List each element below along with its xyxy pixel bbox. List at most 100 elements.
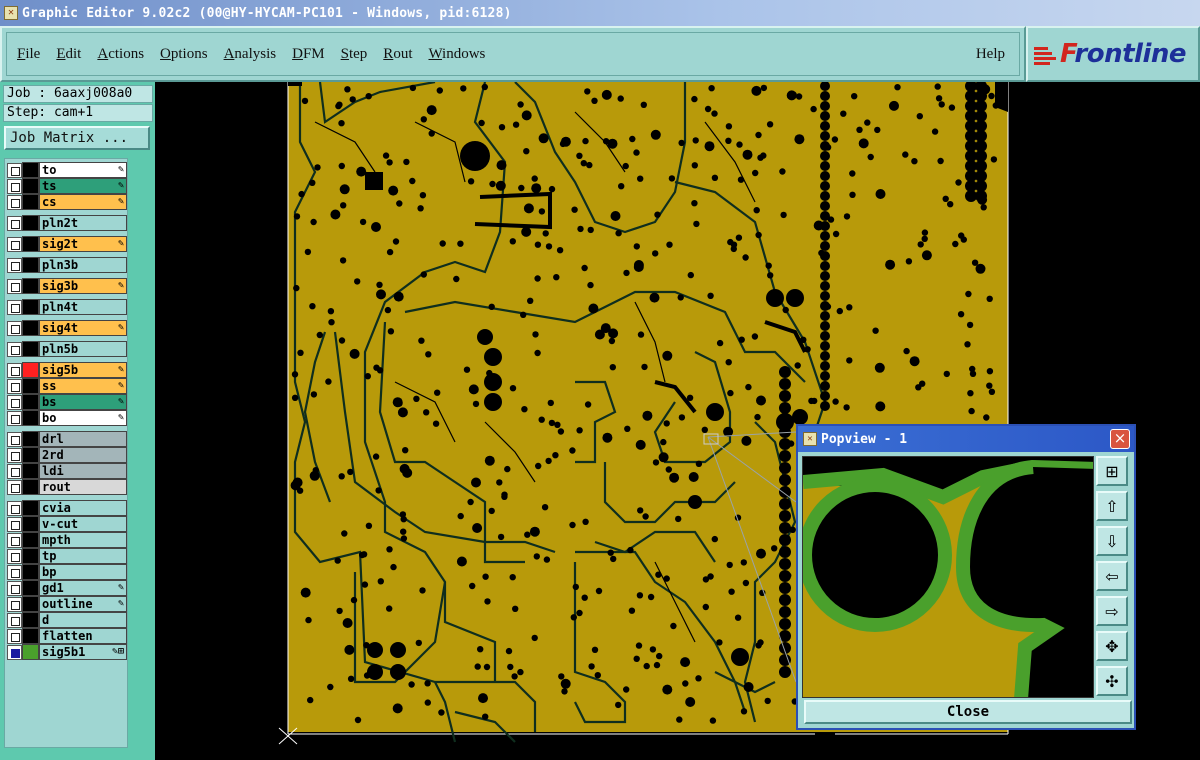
layer-checkbox[interactable] [7,479,22,495]
layer-name[interactable]: mpth [39,532,127,548]
layer-name[interactable]: sig2t ✎ [39,236,127,252]
layer-row-sig4t[interactable]: sig4t ✎ [7,320,127,336]
layer-name[interactable]: sig4t ✎ [39,320,127,336]
layer-checkbox[interactable] [7,215,22,231]
layer-color-swatch[interactable] [22,178,39,194]
menu-analysis[interactable]: Analysis [224,46,277,63]
layer-color-swatch[interactable] [22,341,39,357]
pan-down-button[interactable]: ⇩ [1096,526,1128,556]
popview-titlebar[interactable]: ✕ Popview - 1 × [798,426,1134,452]
layer-name[interactable]: ts ✎ [39,178,127,194]
layer-checkbox[interactable] [7,447,22,463]
layer-checkbox[interactable] [7,378,22,394]
layer-name[interactable]: gd1 ✎ [39,580,127,596]
layer-name[interactable]: cs ✎ [39,194,127,210]
layer-color-swatch[interactable] [22,320,39,336]
layer-color-swatch[interactable] [22,410,39,426]
menu-actions[interactable]: Actions [97,46,144,63]
layer-checkbox[interactable] [7,628,22,644]
layer-checkbox[interactable] [7,178,22,194]
layer-checkbox[interactable] [7,394,22,410]
layer-row-sig5b[interactable]: sig5b ✎ [7,362,127,378]
layer-row-to[interactable]: to ✎ [7,162,127,178]
layer-checkbox[interactable] [7,612,22,628]
layer-name[interactable]: to ✎ [39,162,127,178]
layer-row-bo[interactable]: bo ✎ [7,410,127,426]
layer-name[interactable]: bo ✎ [39,410,127,426]
layer-row-rout[interactable]: rout [7,479,127,495]
zoom-home-button[interactable]: ⊞ [1096,456,1128,486]
layer-color-swatch[interactable] [22,516,39,532]
menu-edit[interactable]: Edit [56,46,81,63]
menu-step[interactable]: Step [341,46,368,63]
layer-checkbox[interactable] [7,362,22,378]
layer-checkbox[interactable] [7,410,22,426]
layer-name[interactable]: outline ✎ [39,596,127,612]
layer-row-v-cut[interactable]: v-cut [7,516,127,532]
layer-checkbox[interactable] [7,548,22,564]
menu-windows[interactable]: Windows [428,46,485,63]
layer-name[interactable]: sig3b ✎ [39,278,127,294]
layer-checkbox[interactable] [7,341,22,357]
layer-name[interactable]: tp [39,548,127,564]
layer-checkbox[interactable] [7,644,22,660]
layer-name[interactable]: pln2t [39,215,127,231]
layer-name[interactable]: drl [39,431,127,447]
layer-name[interactable]: ldi [39,463,127,479]
layer-name[interactable]: sig5b ✎ [39,362,127,378]
pan-left-button[interactable]: ⇦ [1096,561,1128,591]
layer-checkbox[interactable] [7,278,22,294]
layer-color-swatch[interactable] [22,463,39,479]
layer-checkbox[interactable] [7,320,22,336]
layer-checkbox[interactable] [7,596,22,612]
layer-name[interactable]: 2rd [39,447,127,463]
layer-name[interactable]: pln4t [39,299,127,315]
layer-row-cs[interactable]: cs ✎ [7,194,127,210]
layer-color-swatch[interactable] [22,564,39,580]
layer-name[interactable]: cvia [39,500,127,516]
layer-color-swatch[interactable] [22,447,39,463]
layer-name[interactable]: sig5b1 ✎⊞ [39,644,127,660]
layer-checkbox[interactable] [7,236,22,252]
popview-canvas[interactable] [802,456,1094,698]
layer-row-sig5b1[interactable]: sig5b1 ✎⊞ [7,644,127,660]
zoom-in-button[interactable]: ✥ [1096,631,1128,661]
layer-row-sig3b[interactable]: sig3b ✎ [7,278,127,294]
popview-close-icon[interactable]: × [1110,429,1130,449]
layer-row-outline[interactable]: outline ✎ [7,596,127,612]
layer-checkbox[interactable] [7,257,22,273]
layer-row-tp[interactable]: tp [7,548,127,564]
layer-row-bs[interactable]: bs ✎ [7,394,127,410]
layer-row-pln2t[interactable]: pln2t [7,215,127,231]
layer-checkbox[interactable] [7,500,22,516]
layer-checkbox[interactable] [7,516,22,532]
zoom-out-button[interactable]: ✣ [1096,666,1128,696]
menu-dfm[interactable]: DFM [292,46,325,63]
layer-row-pln5b[interactable]: pln5b [7,341,127,357]
menu-options[interactable]: Options [160,46,208,63]
layer-color-swatch[interactable] [22,500,39,516]
layer-checkbox[interactable] [7,532,22,548]
layer-color-swatch[interactable] [22,596,39,612]
layer-color-swatch[interactable] [22,362,39,378]
layer-color-swatch[interactable] [22,628,39,644]
layer-row-d[interactable]: d [7,612,127,628]
layer-row-cvia[interactable]: cvia [7,500,127,516]
layer-checkbox[interactable] [7,431,22,447]
popview-close-button[interactable]: Close [804,700,1132,724]
layer-name[interactable]: ss ✎ [39,378,127,394]
layer-color-swatch[interactable] [22,580,39,596]
menu-file[interactable]: File [17,46,40,63]
layer-color-swatch[interactable] [22,162,39,178]
layer-row-pln4t[interactable]: pln4t [7,299,127,315]
layer-row-drl[interactable]: drl [7,431,127,447]
layer-row-bp[interactable]: bp [7,564,127,580]
layer-color-swatch[interactable] [22,257,39,273]
layer-color-swatch[interactable] [22,236,39,252]
layer-color-swatch[interactable] [22,194,39,210]
layer-color-swatch[interactable] [22,532,39,548]
layer-name[interactable]: d [39,612,127,628]
layer-checkbox[interactable] [7,162,22,178]
layer-name[interactable]: pln5b [39,341,127,357]
layer-row-gd1[interactable]: gd1 ✎ [7,580,127,596]
